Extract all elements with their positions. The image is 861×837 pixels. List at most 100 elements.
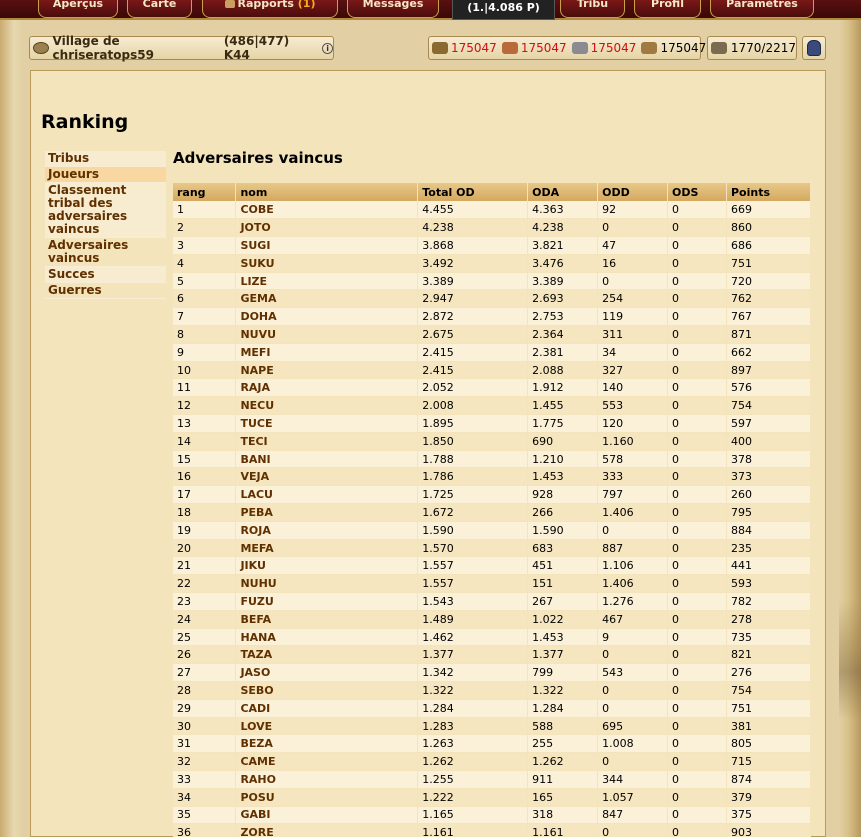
table-row: 9 MEFI 2.415 2.381 34 0 662 [173, 343, 811, 362]
cell-ods: 0 [667, 396, 727, 416]
cell-ods: 0 [667, 503, 727, 522]
cell-odd: 1.276 [597, 592, 669, 611]
cell-odd: 0 [597, 681, 669, 700]
cell-nom[interactable]: JOTO [235, 218, 419, 238]
village-name[interactable]: Village de chriseratops59 [53, 34, 220, 62]
cell-nom[interactable]: ZORE [235, 823, 419, 837]
cell-nom[interactable]: NUVU [235, 325, 419, 344]
info-icon[interactable]: i [322, 42, 333, 54]
col-points[interactable]: Points [726, 183, 811, 201]
tab-rapports[interactable]: Rapports (1) [202, 0, 338, 18]
cell-nom[interactable]: FUZU [235, 592, 419, 611]
storage-icon [641, 42, 658, 54]
cell-nom[interactable]: NAPE [235, 361, 419, 380]
cell-rang: 34 [173, 788, 237, 807]
col-ods[interactable]: ODS [667, 183, 727, 201]
cell-nom[interactable]: RAJA [235, 378, 419, 398]
col-odd[interactable]: ODD [597, 183, 669, 201]
resource-storage[interactable]: 175047 [641, 41, 706, 55]
cell-nom[interactable]: LACU [235, 485, 419, 505]
cell-nom[interactable]: ROJA [235, 521, 419, 540]
cell-nom[interactable]: NUHU [235, 574, 419, 594]
col-oda[interactable]: ODA [527, 183, 599, 201]
cell-nom[interactable]: POSU [235, 788, 419, 807]
cell-nom[interactable]: BANI [235, 450, 419, 469]
cell-nom[interactable]: NECU [235, 396, 419, 416]
cell-nom[interactable]: MEFI [235, 343, 419, 362]
cell-nom[interactable]: BEFA [235, 610, 419, 629]
resource-iron[interactable]: 175047 [571, 41, 636, 55]
iron-icon [571, 42, 588, 54]
cell-nom[interactable]: VEJA [235, 467, 419, 487]
cell-points: 751 [726, 254, 811, 273]
cell-nom[interactable]: SUGI [235, 236, 419, 255]
menu-item-classement-tribal[interactable]: Classement tribal des adversaires vaincu… [45, 183, 166, 238]
tab-profil[interactable]: Profil [634, 0, 701, 18]
cell-nom[interactable]: GABI [235, 806, 419, 825]
cell-odd: 467 [597, 610, 669, 629]
cell-nom[interactable]: BEZA [235, 734, 419, 754]
cell-rang: 23 [173, 592, 237, 611]
cell-nom[interactable]: SUKU [235, 254, 419, 273]
cell-nom[interactable]: TUCE [235, 414, 419, 433]
tab-apercus[interactable]: Aperçus [38, 0, 118, 18]
tab-tribu[interactable]: Tribu [560, 0, 625, 18]
cell-nom[interactable]: LOVE [235, 717, 419, 736]
cell-nom[interactable]: CAME [235, 752, 419, 771]
cell-total-od: 1.165 [417, 806, 529, 825]
cell-oda: 165 [527, 788, 599, 807]
cell-total-od: 2.415 [417, 343, 529, 362]
cell-nom[interactable]: SEBO [235, 681, 419, 700]
col-total-od[interactable]: Total OD [417, 183, 529, 201]
cell-points: 874 [726, 770, 811, 789]
cell-points: 897 [726, 361, 811, 380]
menu-item-tribus[interactable]: Tribus [45, 151, 166, 167]
cell-nom[interactable]: JIKU [235, 556, 419, 576]
cell-nom[interactable]: COBE [235, 201, 419, 220]
cell-rang: 24 [173, 610, 237, 629]
col-rang[interactable]: rang [173, 183, 237, 201]
cell-nom[interactable]: GEMA [235, 289, 419, 309]
menu-item-succes[interactable]: Succes [45, 267, 166, 283]
tab-messages[interactable]: Messages [347, 0, 439, 18]
menu-item-guerres[interactable]: Guerres [45, 283, 166, 299]
cell-nom[interactable]: RAHO [235, 770, 419, 789]
resource-wood[interactable]: 175047 [432, 41, 497, 55]
cell-nom[interactable]: TAZA [235, 645, 419, 665]
cell-oda: 1.453 [527, 467, 599, 487]
cell-nom[interactable]: LIZE [235, 272, 419, 291]
cell-nom[interactable]: DOHA [235, 307, 419, 327]
cell-nom[interactable]: CADI [235, 699, 419, 718]
table-body: 1 COBE 4.455 4.363 92 0 669 2 JOTO 4.238 4.238 0 0 86… [173, 201, 811, 837]
cell-nom[interactable]: MEFA [235, 539, 419, 558]
cell-total-od: 1.557 [417, 574, 529, 594]
menu-item-joueurs[interactable]: Joueurs [45, 167, 166, 183]
cell-ods: 0 [667, 361, 727, 380]
cell-nom[interactable]: TECI [235, 432, 419, 451]
cell-points: 375 [726, 806, 811, 825]
cell-points: 260 [726, 485, 811, 505]
menu-item-adversaires-vaincus[interactable]: Adversaires vaincus [45, 238, 166, 267]
resource-clay[interactable]: 175047 [501, 41, 567, 55]
cell-oda: 1.453 [527, 628, 599, 647]
cell-odd: 119 [597, 307, 669, 327]
cell-rang: 7 [173, 307, 237, 327]
col-nom[interactable]: nom [235, 183, 419, 201]
cell-nom[interactable]: HANA [235, 628, 419, 647]
village-selector[interactable]: Village de chriseratops59 (486|477) K44 … [29, 34, 334, 62]
cell-odd: 311 [597, 325, 669, 344]
tab-parametres[interactable]: Paramètres [710, 0, 814, 18]
cell-ods: 0 [667, 681, 727, 700]
cell-oda: 1.455 [527, 396, 599, 416]
cell-ods: 0 [667, 610, 727, 629]
cell-nom[interactable]: JASO [235, 663, 419, 683]
cell-nom[interactable]: PEBA [235, 503, 419, 522]
cell-ods: 0 [667, 592, 727, 611]
knight-button[interactable] [802, 36, 826, 60]
population[interactable]: 1770/2217 [707, 36, 797, 60]
cell-total-od: 1.284 [417, 699, 529, 718]
table-row: 33 RAHO 1.255 911 344 0 874 [173, 770, 811, 789]
tab-carte[interactable]: Carte [127, 0, 192, 18]
table-row: 8 NUVU 2.675 2.364 311 0 871 [173, 325, 811, 344]
table-row: 3 SUGI 3.868 3.821 47 0 686 [173, 236, 811, 255]
